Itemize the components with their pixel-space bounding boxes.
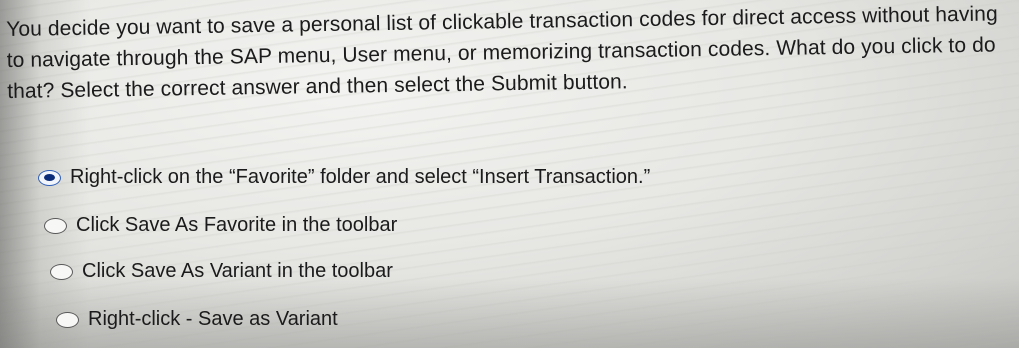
answer-option-label: Click Save As Favorite in the toolbar xyxy=(76,214,398,236)
radio-dot xyxy=(44,174,55,181)
answer-option-1[interactable]: Right-click on the “Favorite” folder and… xyxy=(38,166,650,189)
answer-option-3[interactable]: Click Save As Variant in the toolbar xyxy=(50,260,393,283)
answer-option-2[interactable]: Click Save As Favorite in the toolbar xyxy=(44,214,397,237)
answer-option-4[interactable]: Right-click - Save as Variant xyxy=(56,308,338,331)
answer-option-label: Right-click on the “Favorite” folder and… xyxy=(70,166,651,188)
radio-button-selected[interactable] xyxy=(38,169,61,186)
question-text: You decide you want to save a personal l… xyxy=(6,2,998,103)
radio-button[interactable] xyxy=(50,263,73,280)
answer-option-label: Right-click - Save as Variant xyxy=(88,308,338,330)
radio-button[interactable] xyxy=(44,217,67,234)
radio-button[interactable] xyxy=(56,311,79,328)
answer-option-label: Click Save As Variant in the toolbar xyxy=(82,260,393,282)
